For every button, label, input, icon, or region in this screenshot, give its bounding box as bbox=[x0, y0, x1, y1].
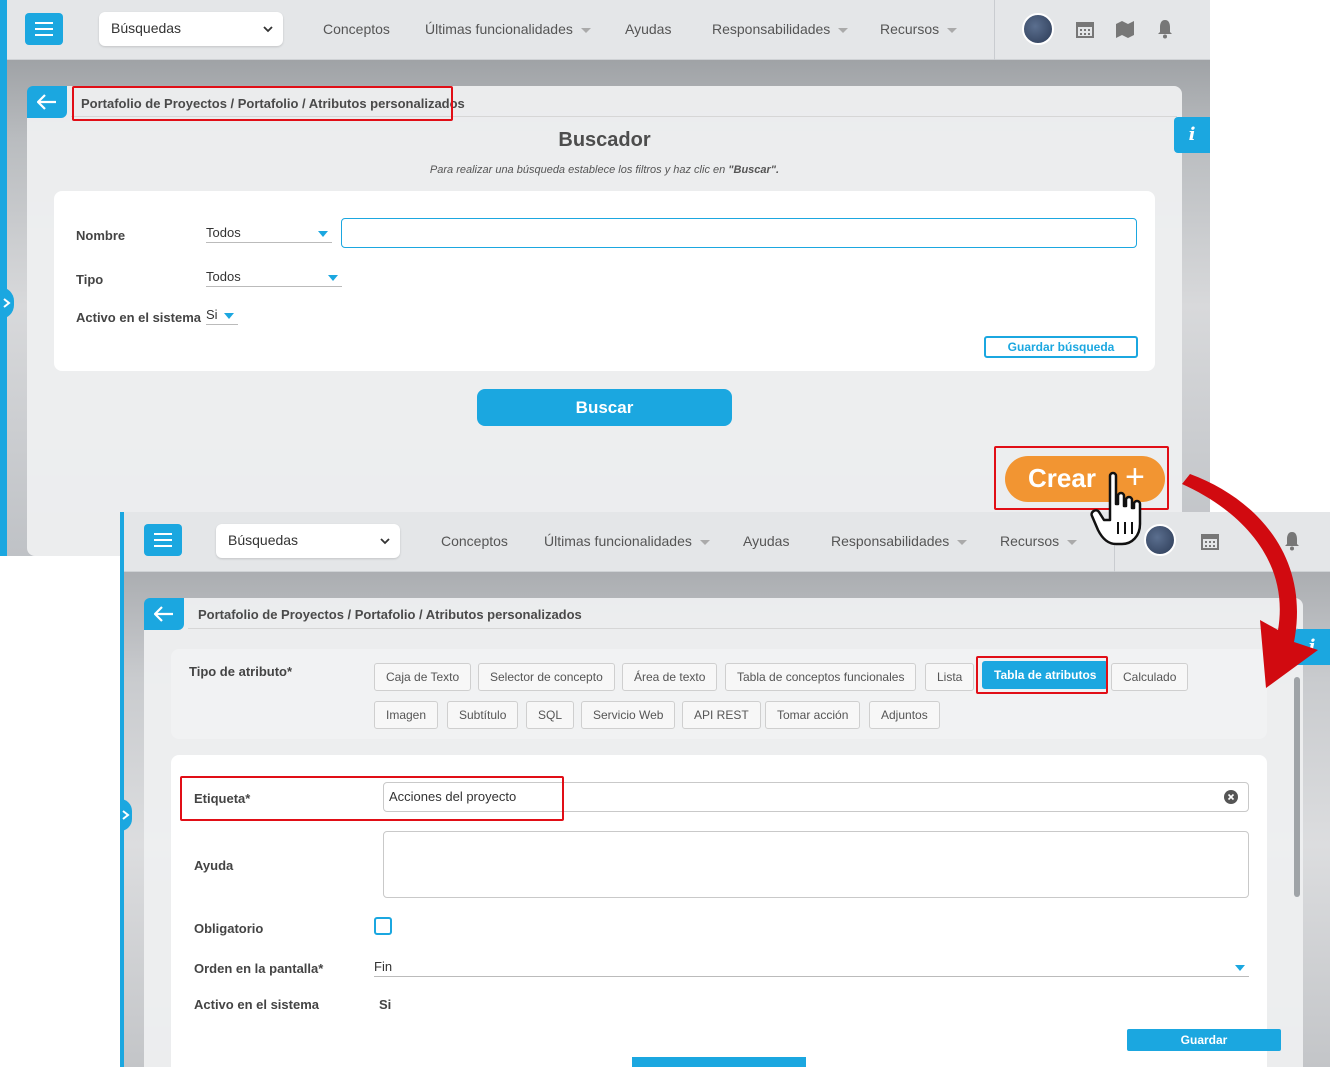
top-navbar: Búsquedas Conceptos Últimas funcionalida… bbox=[7, 0, 1210, 60]
back-button[interactable] bbox=[144, 598, 184, 630]
save-button[interactable]: Guardar bbox=[1127, 1029, 1281, 1051]
selected-type-highlight bbox=[976, 656, 1108, 694]
chevron-right-icon bbox=[3, 298, 11, 308]
save-search-button[interactable]: Guardar búsqueda bbox=[984, 336, 1138, 358]
type-imagen[interactable]: Imagen bbox=[374, 701, 439, 729]
hand-cursor-icon bbox=[1090, 471, 1142, 546]
filters-panel: Nombre Todos Tipo Todos Activo en el sis… bbox=[54, 191, 1155, 371]
chevron-down-icon bbox=[380, 538, 390, 545]
search-button[interactable]: Buscar bbox=[477, 389, 732, 426]
page-title: Buscador bbox=[558, 129, 651, 151]
breadcrumb-highlight bbox=[72, 86, 453, 121]
type-sql[interactable]: SQL bbox=[526, 701, 575, 729]
nav-ultimas-funcionalidades[interactable]: Últimas funcionalidades bbox=[425, 21, 591, 37]
back-button[interactable] bbox=[27, 86, 67, 118]
search-type-select[interactable]: Búsquedas bbox=[99, 12, 283, 46]
top-navbar: Búsquedas Conceptos Últimas funcionalida… bbox=[124, 512, 1330, 572]
type-api-rest[interactable]: API REST bbox=[682, 701, 761, 729]
ayuda-textarea[interactable] bbox=[383, 831, 1249, 898]
info-button[interactable]: i bbox=[1174, 117, 1210, 153]
type-servicio-web[interactable]: Servicio Web bbox=[581, 701, 676, 729]
activo-sistema-label: Activo en el sistema bbox=[194, 997, 319, 1012]
nav-responsabilidades[interactable]: Responsabilidades bbox=[831, 533, 968, 549]
type-lista[interactable]: Lista bbox=[925, 663, 975, 691]
create-card: Portafolio de Proyectos / Portafolio / A… bbox=[144, 598, 1303, 1067]
etiqueta-highlight bbox=[180, 776, 564, 821]
nav-conceptos[interactable]: Conceptos bbox=[441, 533, 508, 549]
arrow-left-icon bbox=[37, 94, 56, 110]
navbar-divider bbox=[994, 0, 995, 60]
create-attribute-screen: Búsquedas Conceptos Últimas funcionalida… bbox=[120, 512, 1330, 1067]
type-caja-de-texto[interactable]: Caja de Texto bbox=[374, 663, 472, 691]
menu-icon[interactable] bbox=[144, 524, 182, 556]
tipo-label: Tipo bbox=[76, 272, 104, 287]
search-type-value: Búsquedas bbox=[111, 20, 182, 36]
tipo-atributo-label: Tipo de atributo* bbox=[189, 664, 293, 679]
page-subtitle: Para realizar una búsqueda establece los… bbox=[429, 164, 780, 176]
ayuda-label: Ayuda bbox=[194, 858, 234, 873]
activo-label: Activo en el sistema bbox=[76, 310, 201, 325]
search-type-value: Búsquedas bbox=[228, 532, 299, 548]
nav-conceptos[interactable]: Conceptos bbox=[323, 21, 390, 37]
search-type-select[interactable]: Búsquedas bbox=[216, 524, 400, 558]
nombre-label: Nombre bbox=[76, 228, 126, 243]
activo-select[interactable]: Si bbox=[206, 307, 238, 325]
red-arrow-icon bbox=[1182, 474, 1318, 688]
clear-icon[interactable] bbox=[1224, 790, 1238, 804]
nombre-filter-select[interactable]: Todos bbox=[206, 225, 332, 243]
sidebar-expand-handle[interactable] bbox=[0, 287, 14, 319]
primary-button-partial[interactable] bbox=[632, 1057, 806, 1067]
left-accent-strip bbox=[0, 0, 7, 556]
nav-ayudas[interactable]: Ayudas bbox=[625, 21, 671, 37]
obligatorio-label: Obligatorio bbox=[194, 921, 264, 936]
nav-recursos[interactable]: Recursos bbox=[1000, 533, 1078, 549]
calendar-icon[interactable] bbox=[1076, 20, 1094, 38]
activo-sistema-value: Si bbox=[379, 997, 392, 1012]
nav-ultimas-funcionalidades[interactable]: Últimas funcionalidades bbox=[544, 533, 710, 549]
type-subtitulo[interactable]: Subtítulo bbox=[447, 701, 519, 729]
sidebar-expand-handle[interactable] bbox=[120, 799, 132, 831]
chevron-down-icon bbox=[263, 26, 273, 33]
breadcrumb-divider bbox=[188, 628, 1298, 629]
type-area-de-texto[interactable]: Área de texto bbox=[622, 663, 718, 691]
left-accent-strip bbox=[120, 512, 124, 1067]
nav-recursos[interactable]: Recursos bbox=[880, 21, 958, 37]
nav-responsabilidades[interactable]: Responsabilidades bbox=[712, 21, 849, 37]
arrow-left-icon bbox=[154, 606, 173, 622]
obligatorio-checkbox[interactable] bbox=[374, 917, 392, 935]
breadcrumb: Portafolio de Proyectos / Portafolio / A… bbox=[198, 607, 582, 622]
map-icon[interactable] bbox=[1115, 20, 1135, 38]
type-tabla-de-conceptos-funcionales[interactable]: Tabla de conceptos funcionales bbox=[725, 663, 917, 691]
menu-icon[interactable] bbox=[25, 13, 63, 45]
nombre-input[interactable] bbox=[341, 218, 1137, 248]
scrollbar[interactable] bbox=[1294, 677, 1300, 897]
type-selector-de-concepto[interactable]: Selector de concepto bbox=[478, 663, 615, 691]
avatar[interactable] bbox=[1022, 13, 1054, 45]
tipo-select[interactable]: Todos bbox=[206, 269, 342, 287]
orden-select[interactable]: Fin bbox=[374, 959, 1249, 977]
orden-label: Orden en la pantalla* bbox=[194, 961, 324, 976]
type-adjuntos[interactable]: Adjuntos bbox=[869, 701, 940, 729]
type-tomar-accion[interactable]: Tomar acción bbox=[765, 701, 861, 729]
chevron-right-icon bbox=[122, 810, 130, 820]
nav-ayudas[interactable]: Ayudas bbox=[743, 533, 789, 549]
bell-icon[interactable] bbox=[1157, 19, 1173, 39]
